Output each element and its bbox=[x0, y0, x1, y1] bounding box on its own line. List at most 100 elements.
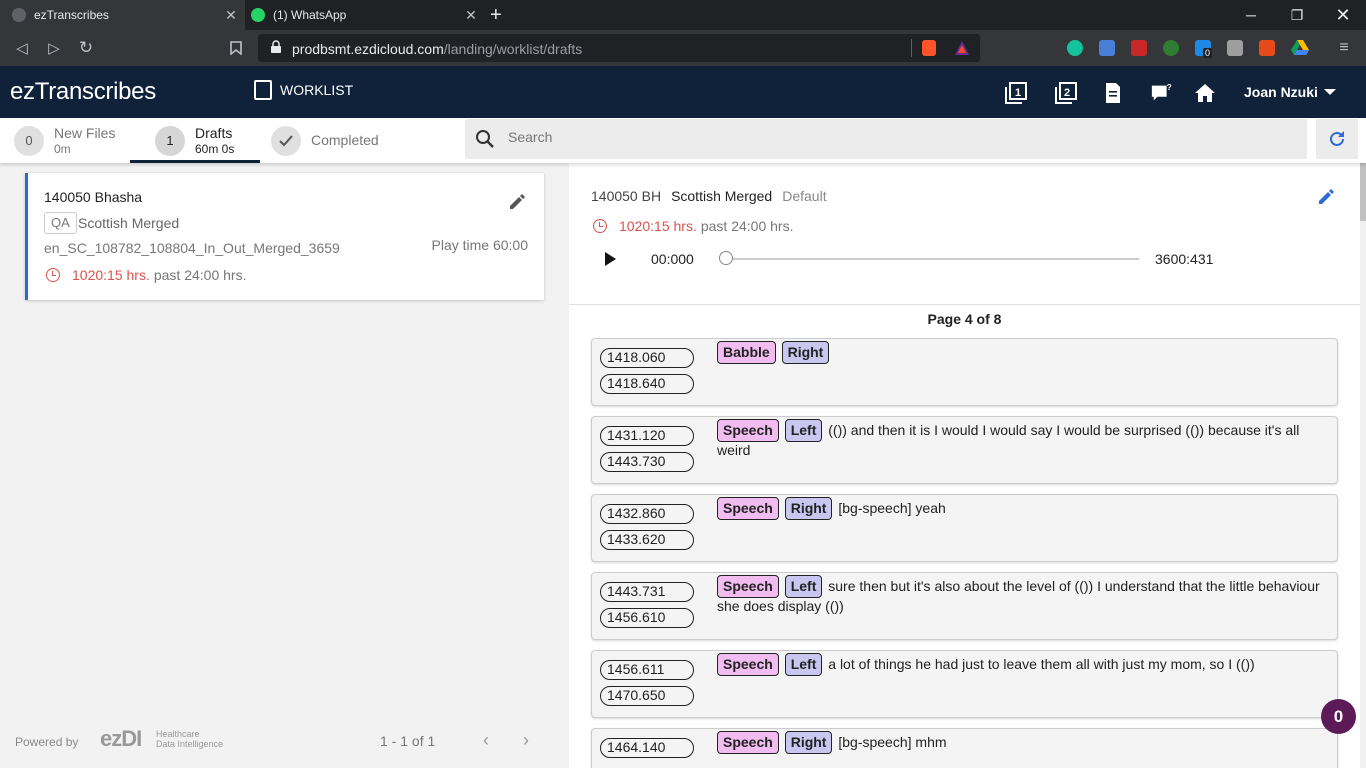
notification-count-button[interactable]: 0 bbox=[1321, 699, 1356, 734]
address-bar[interactable]: prodbsmt.ezdicloud.com/landing/worklist/… bbox=[258, 34, 980, 62]
segment-channel-tag[interactable]: Left bbox=[784, 419, 823, 442]
segment-card[interactable]: 1431.120 1443.730 Speech Left (()) and the… bbox=[591, 416, 1338, 484]
active-tab-indicator bbox=[130, 160, 260, 163]
segment-start-time[interactable]: 1464.140 bbox=[600, 738, 694, 758]
browser-tab-eztranscribes[interactable]: ezTranscribes ✕ bbox=[0, 0, 245, 30]
ezdi-logo: ezDI bbox=[100, 726, 142, 751]
segment-end-time[interactable]: 1470.650 bbox=[600, 686, 694, 706]
segment-start-time[interactable]: 1456.611 bbox=[600, 660, 694, 680]
scrollbar-thumb[interactable] bbox=[1360, 163, 1366, 221]
browser-menu-icon[interactable]: ≡ bbox=[1334, 38, 1354, 58]
grammarly-icon[interactable] bbox=[1067, 40, 1083, 56]
new-tab-button[interactable]: + bbox=[490, 4, 502, 26]
segment-card[interactable]: 1456.611 1470.650 Speech Left a lot of thi… bbox=[591, 650, 1338, 718]
time-total: 3600:431 bbox=[1155, 251, 1214, 267]
bookmark-icon[interactable] bbox=[226, 38, 246, 58]
refresh-icon bbox=[1330, 131, 1344, 146]
worklist-tabs: 0 New Files 0m 1 Drafts 60m 0s Completed bbox=[0, 118, 1366, 163]
segment-text[interactable]: a lot of things he had just to leave the… bbox=[828, 656, 1254, 672]
google-drive-icon[interactable] bbox=[1291, 40, 1309, 56]
close-window-icon[interactable]: ✕ bbox=[1320, 0, 1366, 30]
browser-tab-whatsapp[interactable]: (1) WhatsApp ✕ bbox=[245, 0, 485, 30]
job-code: 140050 BH bbox=[591, 188, 662, 204]
worklist-card[interactable]: 140050 Bhasha QA Scottish Merged en_SC_1… bbox=[25, 173, 544, 300]
segment-text[interactable]: [bg-speech] yeah bbox=[838, 500, 945, 516]
tab-completed[interactable]: Completed bbox=[271, 118, 379, 163]
layout-one-icon[interactable]: 1 bbox=[1004, 81, 1028, 105]
worklist-pane: 140050 Bhasha QA Scottish Merged en_SC_1… bbox=[0, 163, 569, 768]
extension-red-icon[interactable] bbox=[1131, 40, 1147, 56]
close-tab-icon[interactable]: ✕ bbox=[463, 7, 479, 24]
segment-channel-tag[interactable]: Left bbox=[784, 653, 823, 676]
seek-thumb[interactable] bbox=[719, 251, 733, 265]
segment-start-time[interactable]: 1443.731 bbox=[600, 582, 694, 602]
segment-card[interactable]: 1418.060 1418.640 Babble Right bbox=[591, 338, 1338, 406]
back-icon[interactable]: ◁ bbox=[12, 38, 32, 58]
user-menu-caret-icon[interactable] bbox=[1324, 89, 1336, 95]
tab-title: ezTranscribes bbox=[34, 8, 109, 22]
segment-type-tag[interactable]: Speech bbox=[717, 419, 779, 442]
segment-end-time[interactable]: 1456.610 bbox=[600, 608, 694, 628]
svg-text:2: 2 bbox=[1064, 87, 1070, 99]
next-page-icon[interactable]: › bbox=[516, 729, 536, 751]
layout-two-icon[interactable]: 2 bbox=[1054, 81, 1078, 105]
worklist-nav[interactable]: WORKLIST bbox=[254, 80, 353, 100]
seek-track[interactable] bbox=[726, 258, 1139, 260]
restore-icon[interactable]: ❐ bbox=[1274, 0, 1320, 30]
extension-blue-icon[interactable]: 0 bbox=[1195, 40, 1213, 58]
tab-new-files[interactable]: 0 New Files 0m bbox=[14, 118, 115, 163]
segment-start-time[interactable]: 1431.120 bbox=[600, 426, 694, 446]
edit-pencil-icon[interactable] bbox=[1317, 188, 1335, 206]
tab-badge: 1 bbox=[155, 125, 185, 156]
refresh-button[interactable] bbox=[1316, 119, 1358, 159]
forward-icon[interactable]: ▷ bbox=[44, 38, 64, 58]
segment-start-time[interactable]: 1432.860 bbox=[600, 504, 694, 524]
reload-icon[interactable]: ↻ bbox=[76, 38, 96, 58]
segment-channel-tag[interactable]: Right bbox=[784, 731, 833, 754]
feedback-icon[interactable]: ? bbox=[1150, 81, 1174, 105]
close-tab-icon[interactable]: ✕ bbox=[223, 7, 239, 24]
segment-channel-tag[interactable]: Left bbox=[784, 575, 823, 598]
scrollbar[interactable] bbox=[1360, 163, 1366, 768]
extension-gray-icon[interactable] bbox=[1227, 40, 1243, 56]
prev-page-icon[interactable]: ‹ bbox=[476, 729, 496, 751]
home-icon[interactable] bbox=[1193, 81, 1217, 105]
audio-player: 00:000 3600:431 bbox=[593, 247, 1233, 271]
segment-type-tag[interactable]: Speech bbox=[717, 497, 779, 520]
segment-end-time[interactable]: 1418.640 bbox=[600, 374, 694, 394]
tab-drafts[interactable]: 1 Drafts 60m 0s bbox=[155, 118, 234, 163]
due-overdue: 1020:15 hrs. bbox=[72, 267, 150, 283]
segment-type-tag[interactable]: Speech bbox=[717, 575, 779, 598]
segment-content: Speech Left (()) and then it is I would … bbox=[717, 419, 1335, 459]
segment-type-tag[interactable]: Babble bbox=[717, 341, 776, 364]
document-edit-icon[interactable] bbox=[1101, 81, 1125, 105]
translate-icon[interactable] bbox=[1099, 40, 1115, 56]
search-input[interactable] bbox=[508, 129, 1208, 145]
evernote-icon[interactable] bbox=[1163, 40, 1179, 56]
play-icon[interactable] bbox=[605, 252, 616, 266]
tab-label: New Files bbox=[54, 124, 116, 141]
segment-type-tag[interactable]: Speech bbox=[717, 653, 779, 676]
brave-rewards-icon[interactable] bbox=[954, 40, 970, 56]
clock-icon bbox=[46, 268, 60, 282]
segment-type-tag[interactable]: Speech bbox=[717, 731, 779, 754]
brave-shield-icon[interactable] bbox=[922, 40, 936, 56]
app-logo: ezTranscribes bbox=[10, 78, 156, 105]
user-name[interactable]: Joan Nzuki bbox=[1244, 84, 1318, 100]
segment-start-time[interactable]: 1418.060 bbox=[600, 348, 694, 368]
page-info: Page 4 of 8 bbox=[927, 311, 1002, 327]
segment-text[interactable]: [bg-speech] mhm bbox=[838, 734, 946, 750]
segment-channel-tag[interactable]: Right bbox=[781, 341, 830, 364]
edit-pencil-icon[interactable] bbox=[508, 193, 526, 211]
segment-card[interactable]: 1432.860 1433.620 Speech Right [bg-speech]… bbox=[591, 494, 1338, 562]
due-limit: past 24:00 hrs. bbox=[700, 218, 794, 234]
job-language: Scottish Merged bbox=[671, 188, 773, 204]
tab-badge: 0 bbox=[14, 125, 44, 156]
segment-end-time[interactable]: 1443.730 bbox=[600, 452, 694, 472]
segment-end-time[interactable]: 1433.620 bbox=[600, 530, 694, 550]
segment-card[interactable]: 1443.731 1456.610 Speech Left sure then bu… bbox=[591, 572, 1338, 640]
minimize-icon[interactable]: ─ bbox=[1228, 0, 1274, 30]
segment-card[interactable]: 1464.140 Speech Right [bg-speech] mhm bbox=[591, 728, 1338, 768]
segment-channel-tag[interactable]: Right bbox=[784, 497, 833, 520]
office-icon[interactable] bbox=[1259, 40, 1275, 56]
